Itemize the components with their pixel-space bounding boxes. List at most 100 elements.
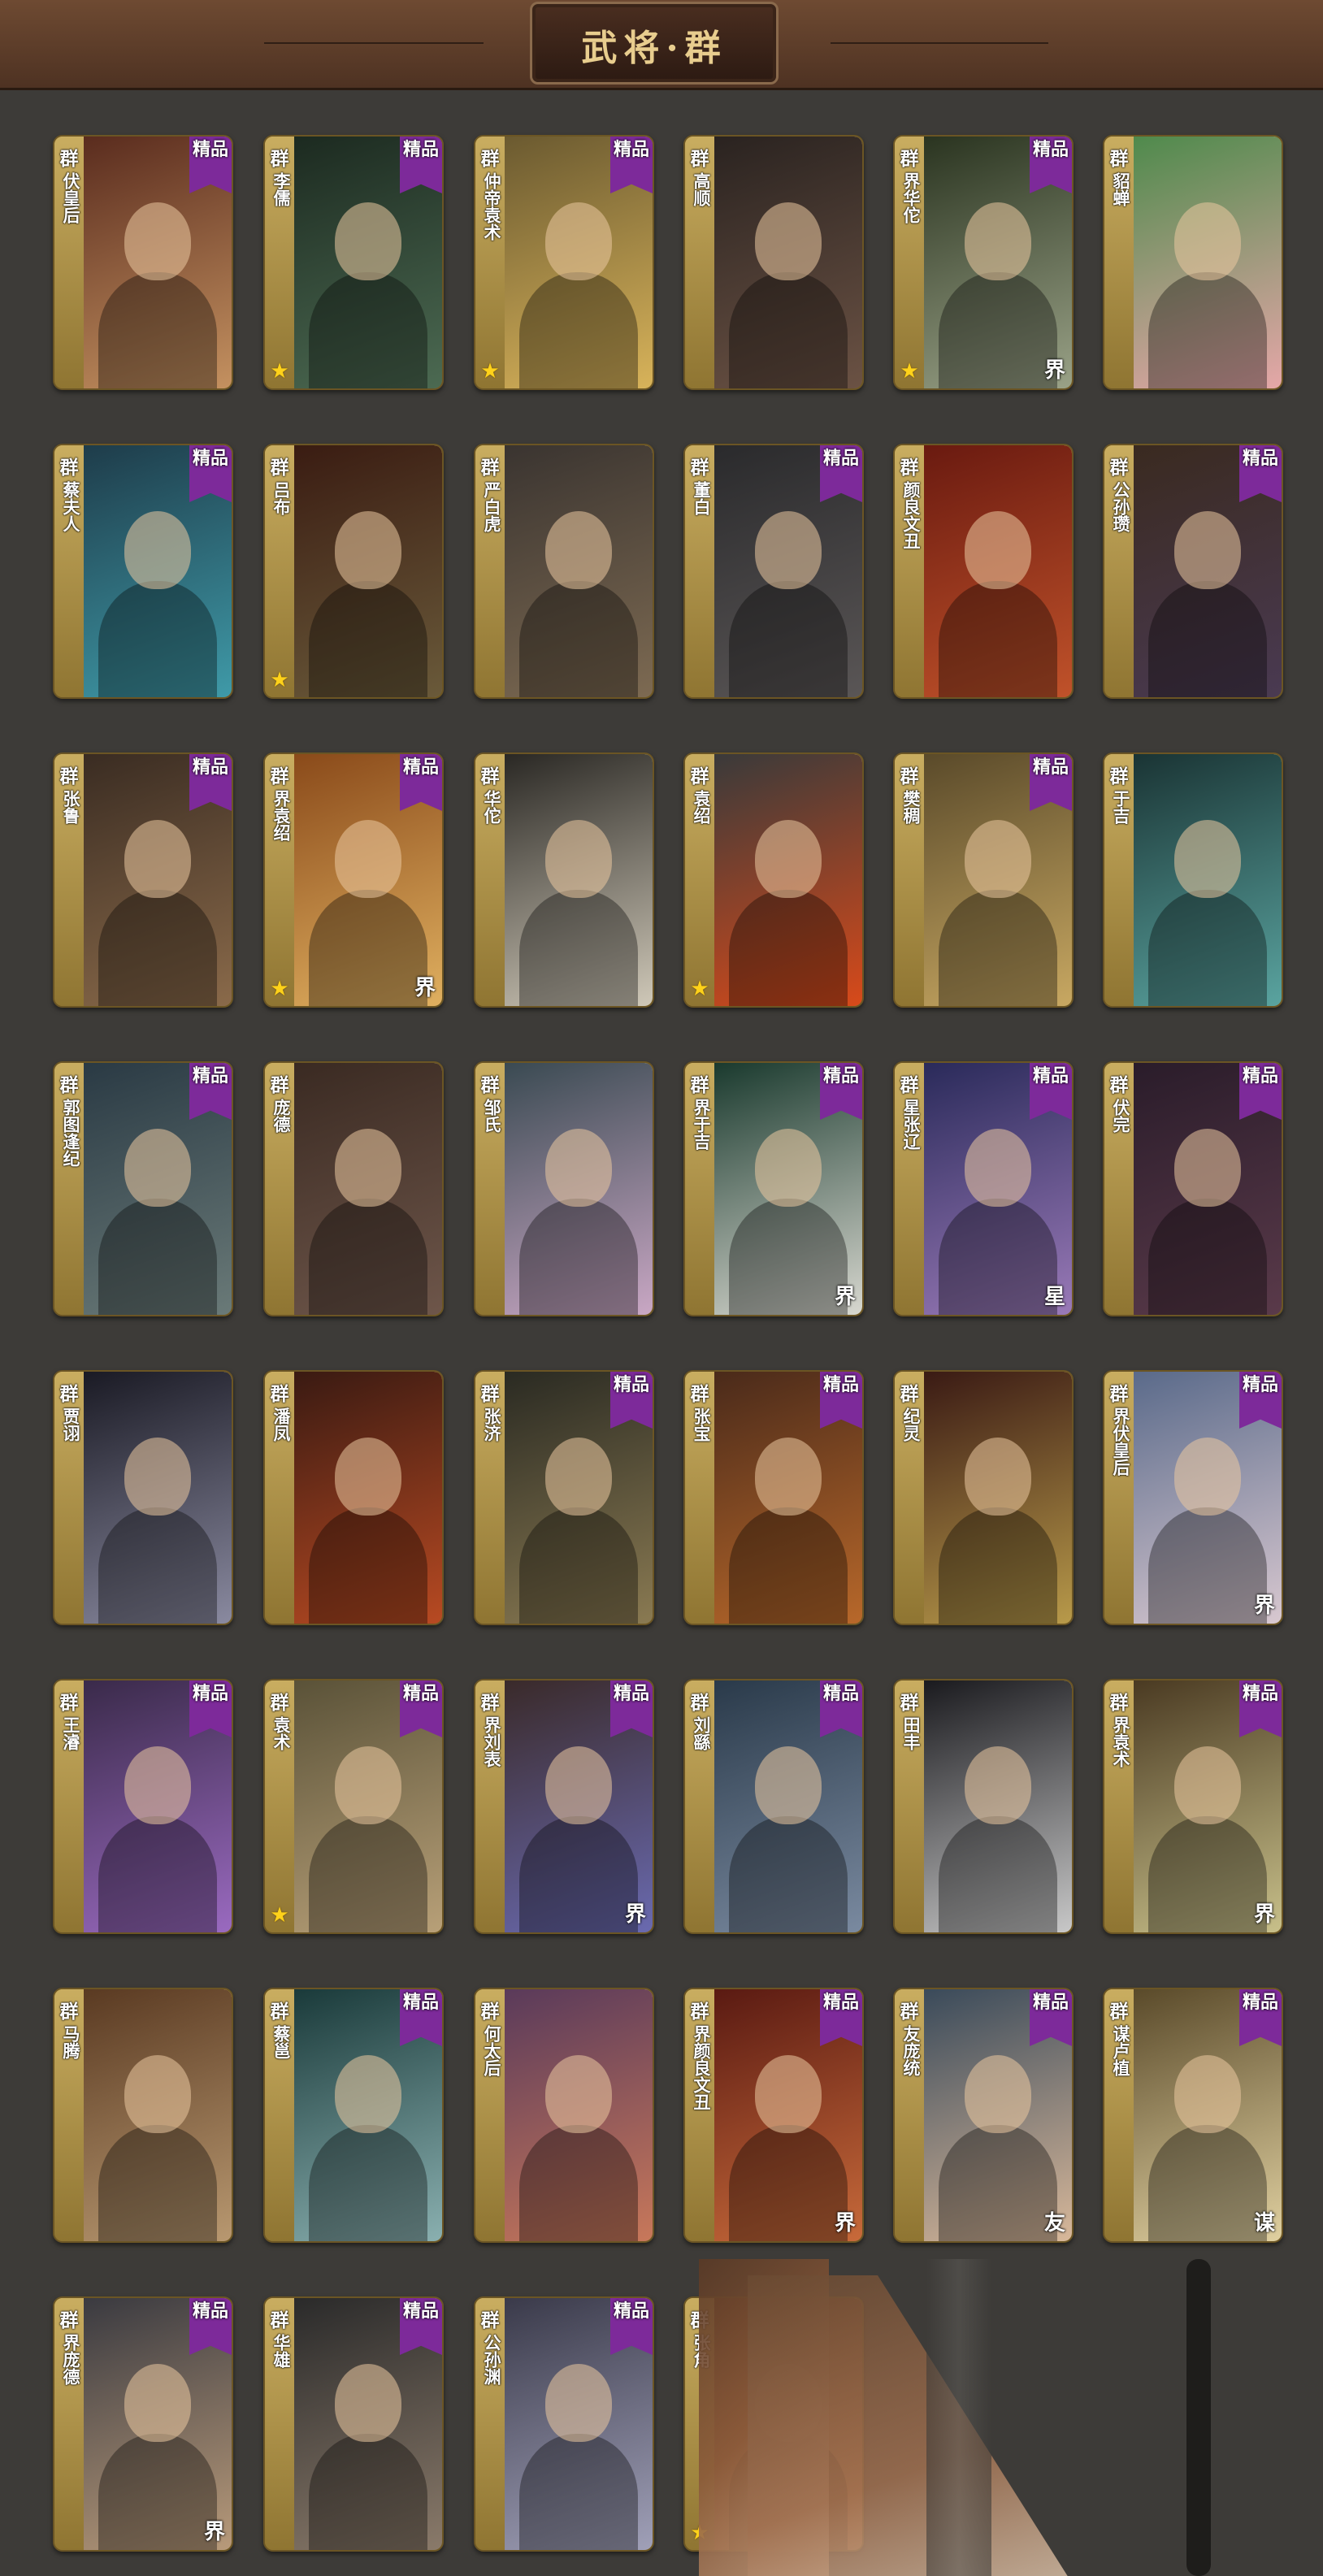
general-card[interactable]: 群界颜良文丑 精品界 [683, 1988, 864, 2243]
premium-badge-label: 精品 [613, 1375, 649, 1395]
general-name: 马腾 [61, 2025, 80, 2059]
general-card[interactable]: 群伏完 精品 [1103, 1061, 1283, 1316]
general-card[interactable]: 群界袁术 精品界 [1103, 1679, 1283, 1934]
general-card[interactable]: 群高顺 [683, 135, 864, 390]
portrait-head [545, 1746, 612, 1824]
general-card[interactable]: 群董白 精品 [683, 444, 864, 699]
general-card[interactable]: 群于吉 [1103, 752, 1283, 1008]
portrait-figure [98, 272, 217, 388]
portrait-figure [309, 1507, 427, 1624]
general-card[interactable]: 群友庞统 精品友 [893, 1988, 1074, 2243]
general-card[interactable]: 群蔡邕 精品 [263, 1988, 444, 2243]
star-icon: ★ [900, 359, 919, 384]
general-card[interactable]: 群谋卢植 精品谋 [1103, 1988, 1283, 2243]
general-card[interactable]: 群界伏皇后 精品界 [1103, 1370, 1283, 1625]
variant-mark: 界 [203, 2520, 225, 2544]
faction-label: 群 [270, 149, 289, 170]
general-name: 颜良文丑 [901, 481, 921, 549]
portrait-figure [1148, 1816, 1267, 1932]
premium-badge-label: 精品 [1242, 1993, 1278, 2013]
faction-label: 群 [270, 1384, 289, 1405]
general-card[interactable]: 群仲帝袁术 精品 ★ [474, 135, 654, 390]
portrait-head [755, 510, 822, 589]
general-card[interactable]: 群刘繇 精品 [683, 1679, 864, 1934]
star-icon: ★ [270, 668, 289, 692]
general-card[interactable]: 群张宝 精品 [683, 1370, 864, 1625]
portrait-figure [309, 581, 427, 697]
general-card[interactable]: 群貂蝉 [1103, 135, 1283, 390]
general-name: 星张辽 [901, 1099, 921, 1150]
premium-badge-label: 精品 [613, 140, 649, 160]
portrait-head [124, 2054, 191, 2133]
general-name: 界袁绍 [271, 790, 291, 841]
general-card[interactable]: 群伏皇后 精品 [53, 135, 233, 390]
general-card[interactable]: 群袁绍 ★ [683, 752, 864, 1008]
general-card[interactable]: 群何太后 [474, 1988, 654, 2243]
general-card[interactable]: 群界华佗 精品 ★ 界 [893, 135, 1074, 390]
portrait-head [545, 2054, 612, 2133]
portrait-head [545, 819, 612, 898]
portrait-figure [309, 1816, 427, 1932]
general-card[interactable]: 群严白虎 [474, 444, 654, 699]
portrait-head [545, 1437, 612, 1516]
faction-label: 群 [900, 2001, 919, 2023]
general-card[interactable]: 群华雄 精品 [263, 2296, 444, 2552]
portrait-figure [98, 1816, 217, 1932]
general-card[interactable]: 群田丰 [893, 1679, 1074, 1934]
general-name: 界伏皇后 [1111, 1407, 1130, 1476]
general-card[interactable]: 群张鲁 精品 [53, 752, 233, 1008]
general-card[interactable]: 群吕布 ★ [263, 444, 444, 699]
card-portrait [1134, 754, 1282, 1006]
variant-mark: 星 [1043, 1285, 1065, 1309]
portrait-head [1174, 202, 1241, 280]
faction-label: 群 [900, 458, 919, 479]
premium-badge-label: 精品 [192, 140, 228, 160]
general-card[interactable]: 群王濬 精品 [53, 1679, 233, 1934]
general-card[interactable]: 群颜良文丑 [893, 444, 1074, 699]
general-card[interactable]: 群星张辽 精品星 [893, 1061, 1074, 1316]
general-card[interactable]: 群界袁绍 精品 ★ 界 [263, 752, 444, 1008]
general-card[interactable]: 群华佗 [474, 752, 654, 1008]
portrait-figure [519, 890, 638, 1006]
portrait-figure [1148, 272, 1267, 388]
general-card[interactable]: 群贾诩 [53, 1370, 233, 1625]
variant-mark: 界 [624, 1902, 646, 1927]
general-name: 郭图逢纪 [61, 1099, 80, 1167]
general-card[interactable]: 群纪灵 [893, 1370, 1074, 1625]
general-name: 樊稠 [901, 790, 921, 824]
premium-badge-label: 精品 [402, 1684, 439, 1704]
portrait-figure [939, 2125, 1057, 2241]
premium-badge-label: 精品 [1242, 1684, 1278, 1704]
general-card[interactable]: 群樊稠 精品 [893, 752, 1074, 1008]
portrait-figure [939, 581, 1057, 697]
general-card[interactable]: 群袁术 精品 ★ [263, 1679, 444, 1934]
general-card[interactable]: 群界于吉 精品界 [683, 1061, 864, 1316]
card-portrait [1134, 137, 1282, 388]
portrait-figure [98, 2125, 217, 2241]
general-card[interactable]: 群郭图逢纪 精品 [53, 1061, 233, 1316]
general-card[interactable]: 群庞德 [263, 1061, 444, 1316]
general-card[interactable]: 群界庞德 精品界 [53, 2296, 233, 2552]
general-name: 谋卢植 [1111, 2025, 1130, 2076]
general-name: 貂蝉 [1111, 172, 1130, 206]
general-card[interactable]: 群邹氏 [474, 1061, 654, 1316]
portrait-head [335, 510, 401, 589]
general-card[interactable]: 群界刘表 精品界 [474, 1679, 654, 1934]
general-card[interactable]: 群马腾 [53, 1988, 233, 2243]
portrait-head [1174, 1128, 1241, 1207]
general-card[interactable]: 群张济 精品 [474, 1370, 654, 1625]
portrait-figure [729, 581, 848, 697]
general-card[interactable]: 群潘凤 [263, 1370, 444, 1625]
faction-label: 群 [480, 458, 500, 479]
faction-label: 群 [59, 2001, 79, 2023]
general-card[interactable]: 群李儒 精品 ★ [263, 135, 444, 390]
portrait-figure [939, 1507, 1057, 1624]
variant-mark: 界 [1043, 358, 1065, 383]
portrait-figure [309, 890, 427, 1006]
general-card[interactable]: 群公孙渊 精品 [474, 2296, 654, 2552]
card-portrait [505, 1989, 653, 2241]
general-card[interactable]: 群公孙瓒 精品 [1103, 444, 1283, 699]
general-card[interactable]: 群蔡夫人 精品 [53, 444, 233, 699]
variant-mark: 界 [834, 2211, 856, 2236]
general-name: 庞德 [271, 1099, 291, 1133]
